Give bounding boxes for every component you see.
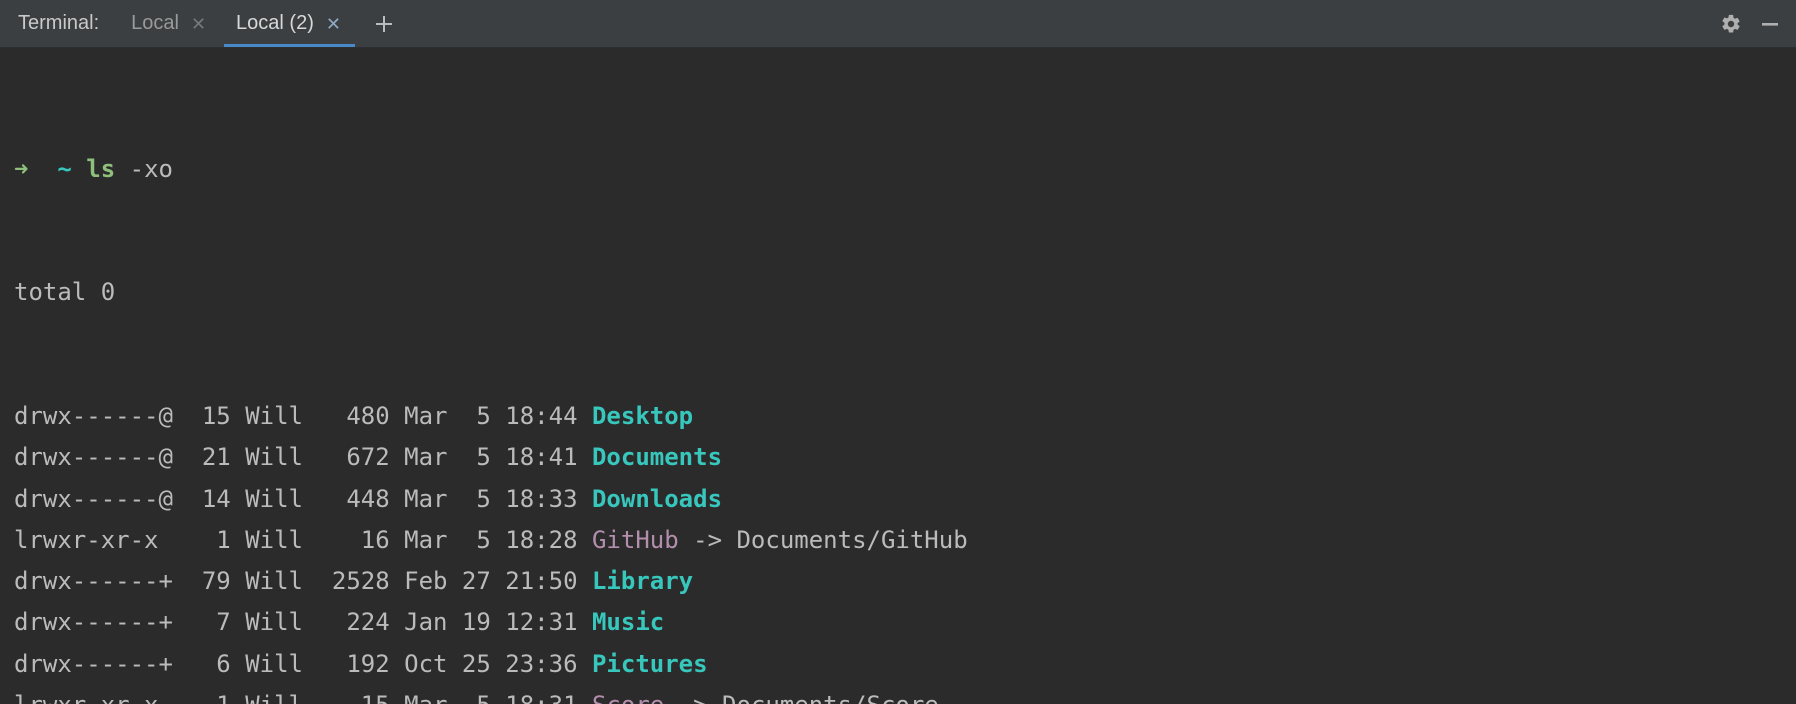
- directory-name: Music: [592, 608, 664, 636]
- terminal-output[interactable]: ➜ ~ ls -xo total 0 drwx------@ 15 Will 4…: [0, 48, 1796, 704]
- listing-row: drwx------@ 14 Will 448 Mar 5 18:33 Down…: [14, 479, 1782, 520]
- listing-row: drwx------@ 21 Will 672 Mar 5 18:41 Docu…: [14, 437, 1782, 478]
- prompt-line: ➜ ~ ls -xo: [14, 149, 1782, 190]
- directory-name: Library: [592, 567, 693, 595]
- close-icon[interactable]: ✕: [324, 15, 343, 33]
- terminal-tab[interactable]: Local ✕: [117, 0, 222, 47]
- directory-name: Pictures: [592, 650, 708, 678]
- listing-row: lrwxr-xr-x 1 Will 15 Mar 5 18:31 Score -…: [14, 685, 1782, 704]
- terminal-tab[interactable]: Local (2) ✕: [222, 0, 357, 47]
- new-tab-button[interactable]: [357, 0, 411, 47]
- total-line: total 0: [14, 272, 1782, 313]
- listing-row: drwx------+ 6 Will 192 Oct 25 23:36 Pict…: [14, 644, 1782, 685]
- directory-name: Desktop: [592, 402, 693, 430]
- directory-name: Downloads: [592, 485, 722, 513]
- listing-row: drwx------+ 79 Will 2528 Feb 27 21:50 Li…: [14, 561, 1782, 602]
- command-name: ls: [86, 155, 115, 183]
- command-args: -xo: [130, 155, 173, 183]
- symlink-target: -> Documents/Score: [664, 691, 939, 704]
- close-icon[interactable]: ✕: [189, 15, 208, 33]
- gear-icon: [1720, 13, 1742, 35]
- prompt-cwd: ~: [57, 155, 71, 183]
- listing-meta: drwx------+ 7 Will 224 Jan 19 12:31: [14, 608, 592, 636]
- prompt-arrow: ➜: [14, 155, 28, 183]
- minimize-icon: [1760, 14, 1780, 34]
- listing-meta: drwx------@ 14 Will 448 Mar 5 18:33: [14, 485, 592, 513]
- listing-meta: lrwxr-xr-x 1 Will 16 Mar 5 18:28: [14, 526, 592, 554]
- listing-meta: drwx------+ 79 Will 2528 Feb 27 21:50: [14, 567, 592, 595]
- plus-icon: [375, 15, 393, 33]
- tab-title: Local (2): [236, 12, 314, 35]
- symlink-name: Score: [592, 691, 664, 704]
- tabbar-title: Terminal:: [0, 0, 117, 47]
- settings-button[interactable]: [1720, 13, 1742, 35]
- symlink-target: -> Documents/GitHub: [679, 526, 968, 554]
- tab-title: Local: [131, 12, 179, 35]
- hide-panel-button[interactable]: [1760, 14, 1780, 34]
- terminal-tabbar: Terminal: Local ✕ Local (2) ✕: [0, 0, 1796, 48]
- listing-row: lrwxr-xr-x 1 Will 16 Mar 5 18:28 GitHub …: [14, 520, 1782, 561]
- listing-meta: drwx------@ 21 Will 672 Mar 5 18:41: [14, 443, 592, 471]
- listing-row: drwx------+ 7 Will 224 Jan 19 12:31 Musi…: [14, 602, 1782, 643]
- listing-row: drwx------@ 15 Will 480 Mar 5 18:44 Desk…: [14, 396, 1782, 437]
- directory-name: Documents: [592, 443, 722, 471]
- listing-meta: lrwxr-xr-x 1 Will 15 Mar 5 18:31: [14, 691, 592, 704]
- symlink-name: GitHub: [592, 526, 679, 554]
- listing-meta: drwx------+ 6 Will 192 Oct 25 23:36: [14, 650, 592, 678]
- listing-meta: drwx------@ 15 Will 480 Mar 5 18:44: [14, 402, 592, 430]
